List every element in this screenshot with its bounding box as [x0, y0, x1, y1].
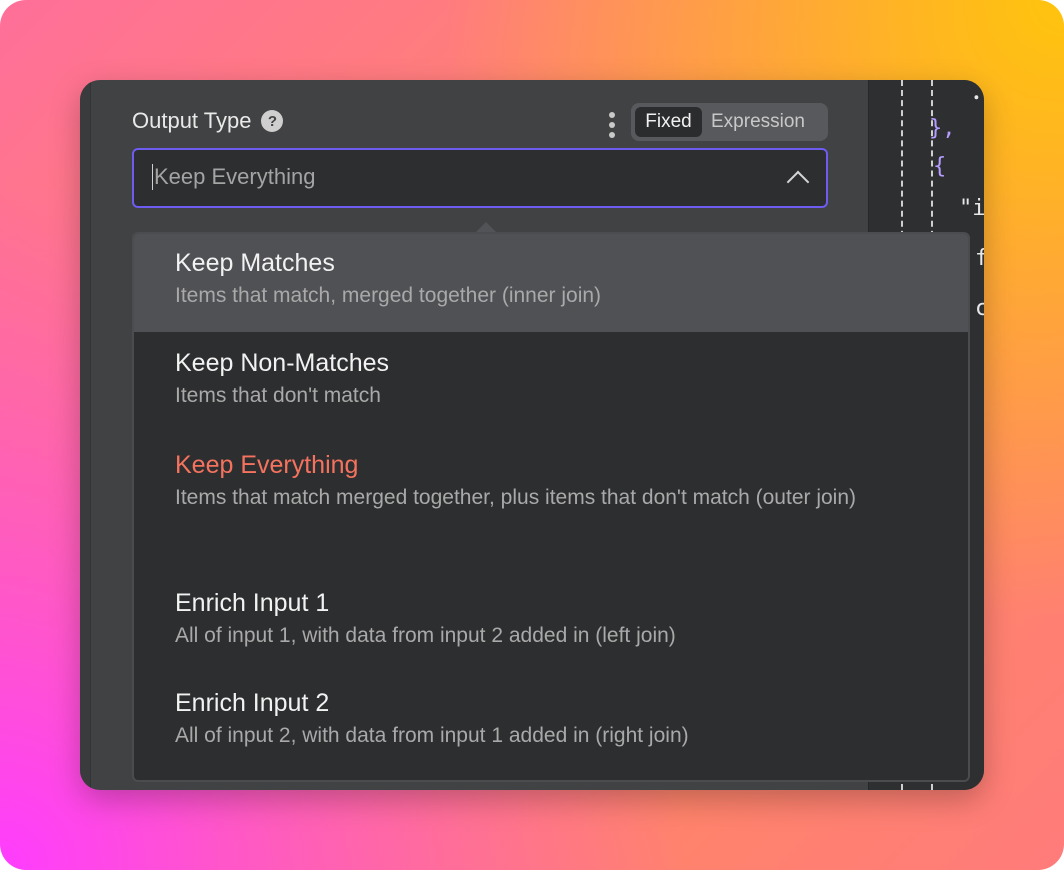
- select-value: Keep Everything: [152, 164, 316, 190]
- option-description: All of input 2, with data from input 1 a…: [175, 724, 689, 747]
- question-circle-icon[interactable]: ?: [261, 110, 284, 132]
- option-title: Keep Everything: [175, 451, 359, 479]
- chevron-up-icon: [786, 170, 810, 194]
- code-line: "i: [959, 196, 984, 221]
- option-description: Items that match, merged together (inner…: [175, 284, 602, 307]
- option-title: Keep Matches: [175, 249, 335, 277]
- left-rail: [80, 80, 91, 790]
- code-line: f: [975, 246, 984, 271]
- option-description: All of input 1, with data from input 2 a…: [175, 624, 676, 647]
- output-type-label: Output Type ?: [132, 108, 284, 134]
- code-fragment: ꞏ: [973, 86, 980, 111]
- dropdown-option-keep-matches[interactable]: Keep Matches Items that match, merged to…: [134, 234, 968, 332]
- dropdown-option-enrich-input-1[interactable]: Enrich Input 1 All of input 1, with data…: [134, 572, 968, 672]
- field-label-text: Output Type: [132, 108, 252, 133]
- toggle-fixed[interactable]: Fixed: [635, 107, 702, 137]
- code-line: },: [929, 116, 956, 141]
- option-title: Enrich Input 2: [175, 689, 330, 717]
- output-type-select[interactable]: Keep Everything: [132, 148, 828, 208]
- code-line: c: [975, 296, 984, 321]
- vertical-dots-icon[interactable]: [608, 112, 616, 138]
- dropdown-option-keep-everything[interactable]: Keep Everything Items that match merged …: [134, 432, 968, 572]
- dropdown-option-enrich-input-2[interactable]: Enrich Input 2 All of input 2, with data…: [134, 672, 968, 780]
- fixed-expression-toggle: Fixed Expression: [631, 103, 828, 141]
- toggle-expression[interactable]: Expression: [711, 107, 805, 137]
- code-line: {: [933, 154, 947, 179]
- output-type-dropdown: Keep Matches Items that match, merged to…: [132, 232, 970, 782]
- option-title: Keep Non-Matches: [175, 349, 390, 377]
- option-description: Items that match merged together, plus i…: [175, 486, 857, 509]
- option-description: Items that don't match: [175, 384, 381, 407]
- dropdown-option-keep-non-matches[interactable]: Keep Non-Matches Items that don't match: [134, 332, 968, 432]
- option-title: Enrich Input 1: [175, 589, 330, 617]
